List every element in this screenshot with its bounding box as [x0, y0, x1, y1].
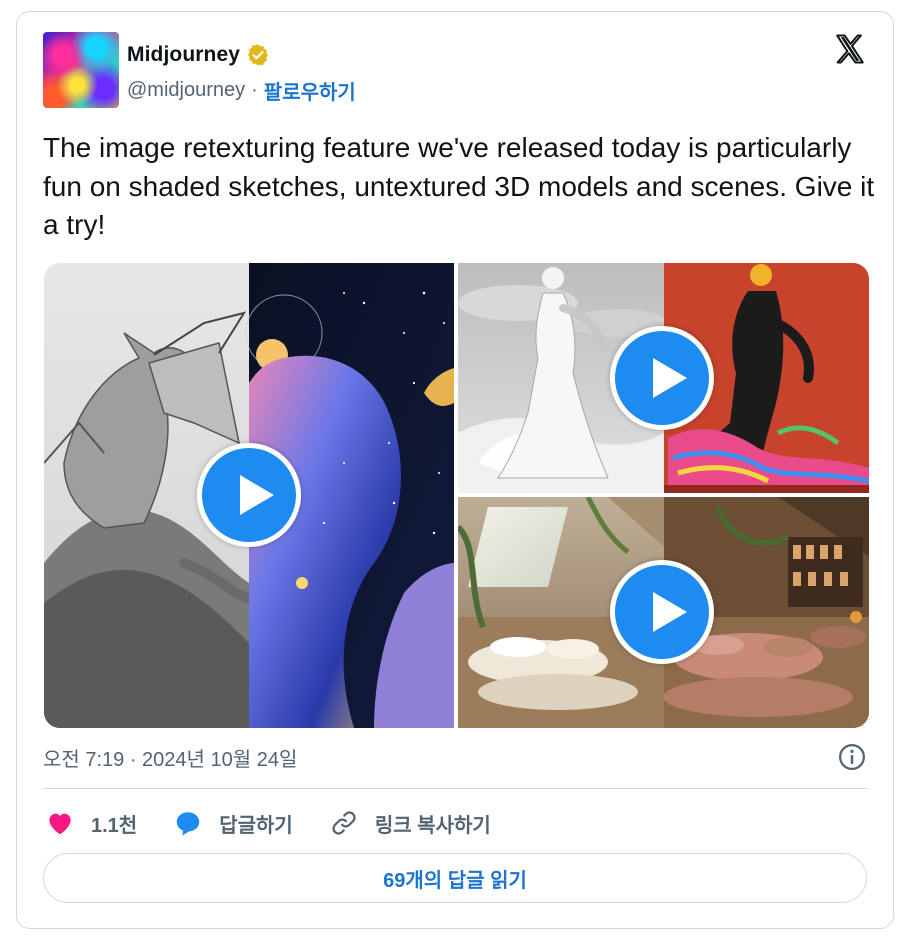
reply-label: 답글하기	[219, 814, 293, 837]
media-video-attic[interactable]	[458, 497, 869, 728]
media-video-dragon[interactable]	[44, 263, 454, 728]
follow-link[interactable]: 팔로우하기	[264, 76, 356, 105]
verified-badge-icon	[248, 44, 269, 66]
tweet-card: Midjourney @midjourney · 팔로우하기 The image…	[16, 11, 894, 929]
heart-icon	[49, 813, 71, 835]
handle-separator: ·	[251, 79, 258, 101]
link-icon	[332, 811, 356, 835]
tweet-actions: 1.1천 답글하기 링크 복사하기	[45, 806, 527, 840]
copy-link-action[interactable]: 링크 복사하기	[329, 808, 491, 838]
like-count: 1.1천	[91, 814, 138, 837]
author-handle-row: @midjourney · 팔로우하기	[127, 76, 356, 105]
actions-divider	[43, 788, 867, 789]
reply-action[interactable]: 답글하기	[173, 808, 293, 838]
play-button-attic[interactable]	[610, 560, 714, 664]
play-button-dragon[interactable]	[197, 443, 301, 547]
x-logo-icon[interactable]	[833, 32, 867, 66]
media-video-sculpture[interactable]	[458, 263, 869, 493]
media-grid	[44, 263, 869, 728]
avatar[interactable]	[43, 32, 119, 108]
author-name[interactable]: Midjourney	[127, 43, 240, 67]
tweet-timestamp[interactable]: 오전 7:19 · 2024년 10월 24일	[43, 743, 297, 772]
author-handle[interactable]: @midjourney	[127, 79, 245, 102]
author-name-row: Midjourney	[127, 40, 270, 70]
read-replies-button[interactable]: 69개의 답글 읽기	[43, 853, 867, 903]
info-icon[interactable]	[837, 742, 867, 772]
tweet-header: Midjourney @midjourney · 팔로우하기	[43, 32, 867, 112]
copy-link-label: 링크 복사하기	[374, 814, 491, 837]
reply-bubble-icon	[176, 812, 200, 836]
play-button-sculpture[interactable]	[610, 326, 714, 430]
tweet-text: The image retexturing feature we've rele…	[43, 132, 875, 240]
like-action[interactable]: 1.1천	[45, 808, 137, 838]
